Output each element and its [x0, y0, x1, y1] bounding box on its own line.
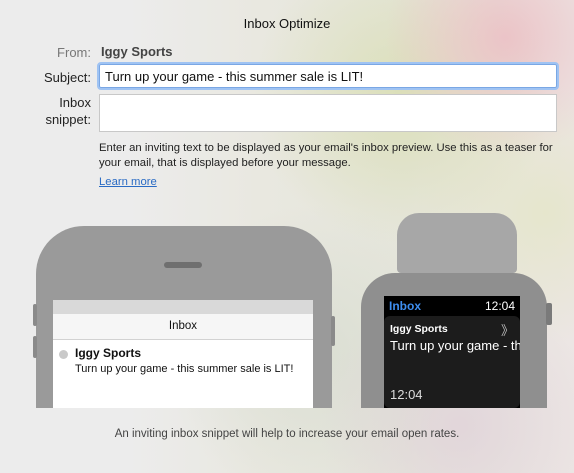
- phone-nav-title: Inbox: [53, 314, 313, 340]
- watch-preview: Inbox 12:04 Iggy Sports 》 Turn up your g…: [361, 273, 552, 408]
- footer-hint: An inviting inbox snippet will help to i…: [114, 428, 460, 440]
- from-label: From:: [57, 45, 91, 60]
- subject-input[interactable]: [97, 62, 559, 90]
- phone-side-button: [331, 316, 335, 346]
- watch-message-time: 12:04: [390, 387, 423, 402]
- phone-speaker: [164, 262, 202, 268]
- from-value: Iggy Sports: [101, 44, 173, 59]
- unread-dot-icon: [59, 350, 68, 359]
- watch-crown: [546, 303, 552, 325]
- watch-message-subject: Turn up your game - this summer sale is …: [390, 338, 520, 353]
- watch-screen: Inbox 12:04 Iggy Sports 》 Turn up your g…: [384, 296, 520, 408]
- snippet-input[interactable]: [99, 94, 557, 132]
- phone-screen: Inbox Iggy Sports Turn up your game - th…: [53, 300, 313, 408]
- phone-side-button: [33, 336, 37, 358]
- window-title: Inbox Optimize: [243, 16, 331, 31]
- watch-app-label: Inbox: [389, 299, 421, 313]
- phone-message-sender: Iggy Sports: [75, 346, 142, 360]
- watch-message-sender: Iggy Sports: [390, 323, 448, 335]
- phone-message-subject: Turn up your game - this summer sale is …: [75, 363, 294, 375]
- phone-side-button: [33, 304, 37, 326]
- subject-label: Subject:: [44, 70, 91, 85]
- chevron-right-icon: 》: [500, 323, 514, 338]
- watch-message-card: Iggy Sports 》 Turn up your game - this s…: [384, 316, 520, 408]
- snippet-label-line2: snippet:: [45, 112, 91, 127]
- learn-more-link[interactable]: Learn more: [99, 176, 157, 188]
- snippet-label-line1: Inbox: [59, 95, 91, 110]
- snippet-help-text: Enter an inviting text to be displayed a…: [99, 142, 553, 169]
- watch-band: [397, 213, 517, 273]
- phone-status-bar: [53, 300, 313, 314]
- phone-preview: Inbox Iggy Sports Turn up your game - th…: [33, 226, 335, 408]
- watch-clock: 12:04: [484, 299, 515, 313]
- phone-message-row: Iggy Sports Turn up your game - this sum…: [53, 340, 313, 375]
